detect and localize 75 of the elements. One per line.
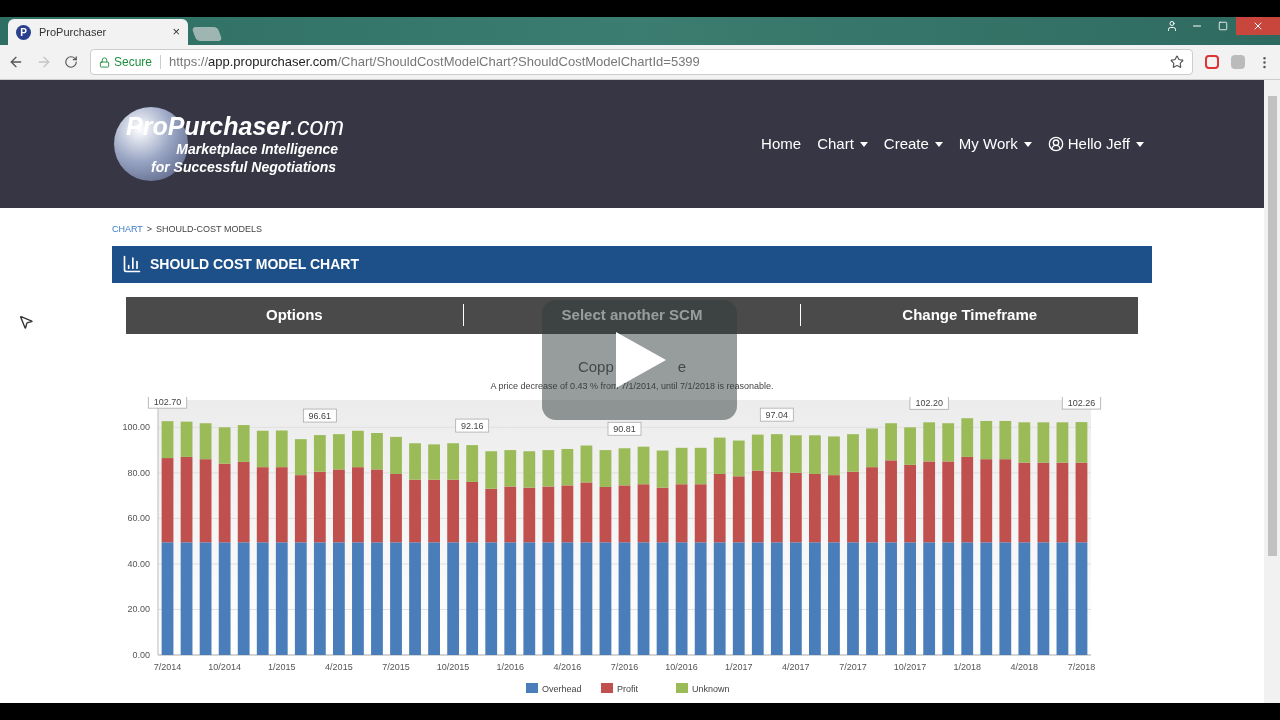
caret-icon [934, 141, 943, 147]
url-text: https://app.propurchaser.com/Chart/ShouldCostModelChart?ShouldCostModelChartId=5399 [169, 53, 700, 72]
x-tick-label: 7/2016 [610, 662, 639, 672]
x-tick-label: 1/2017 [725, 662, 753, 672]
caret-icon [1136, 141, 1144, 147]
lock-icon [99, 56, 110, 68]
reload-icon[interactable] [64, 55, 78, 69]
legend-label: Overhead [542, 684, 582, 694]
legend-swatch [601, 683, 613, 693]
value-label: 102.20 [909, 397, 949, 410]
x-tick-label: 4/2016 [553, 662, 582, 672]
nav-link[interactable]: Home [761, 132, 802, 156]
legend-swatch [676, 683, 688, 693]
bar-chart-icon [122, 254, 142, 274]
cursor-icon [18, 314, 34, 330]
nav-link[interactable]: Chart [817, 132, 868, 156]
y-tick-label: 0.00 [132, 650, 150, 660]
x-tick-label: 7/2015 [382, 662, 410, 672]
x-tick-label: 1/2015 [268, 662, 296, 672]
logo-tagline: for Successful Negotiations [151, 158, 337, 176]
caret-icon [1023, 141, 1032, 147]
x-tick-label: 10/2014 [208, 662, 241, 672]
bookmark-star-icon[interactable] [1170, 55, 1184, 69]
maximize-icon[interactable] [1218, 21, 1228, 31]
legend-label: Profit [617, 684, 638, 694]
nav-link[interactable]: Hello Jeff [1047, 132, 1144, 156]
logo-tagline: Marketplace Intelligence [176, 140, 339, 158]
x-tick-label: 4/2017 [782, 662, 810, 672]
legend-label: Unknown [692, 684, 730, 694]
panel-title: SHOULD COST MODEL CHART [150, 254, 359, 274]
extension-icon[interactable] [1205, 55, 1219, 69]
address-field[interactable]: Secure https://app.propurchaser.com/Chart/ShouldCostModelChart?ShouldCostModelChartId=5399 [90, 49, 1193, 75]
x-tick-label: 1/2018 [953, 662, 981, 672]
nav-link[interactable]: Create [883, 132, 943, 156]
caret-icon [859, 141, 868, 147]
toolbar-button[interactable]: Options [126, 303, 463, 327]
toolbar-button[interactable]: Select another SCM [463, 303, 801, 327]
y-tick-label: 80.00 [127, 467, 150, 478]
y-tick-label: 100.00 [122, 422, 150, 433]
breadcrumb-current: SHOULD-COST MODELS [156, 223, 262, 236]
x-tick-label: 7/2017 [839, 662, 867, 672]
browser-tab[interactable]: P ProPurchaser × [8, 19, 188, 45]
chart-title: Copp e [577, 357, 687, 376]
x-tick-label: 1/2016 [496, 662, 524, 672]
x-tick-label: 10/2015 [436, 662, 470, 672]
legend-swatch [526, 683, 538, 693]
tab-close-button[interactable]: × [172, 22, 180, 42]
value-label: 96.61 [302, 408, 337, 423]
value-label: 90.81 [607, 421, 642, 436]
y-tick-label: 40.00 [127, 558, 150, 569]
value-label: 102.26 [1061, 397, 1102, 410]
breadcrumb-separator: > [146, 223, 153, 236]
value-label: 102.70 [147, 397, 188, 409]
x-tick-label: 4/2018 [1010, 662, 1039, 672]
back-icon[interactable] [8, 54, 24, 70]
user-icon [1047, 136, 1064, 152]
value-label: 97.04 [759, 407, 794, 422]
scrollbar[interactable] [1264, 80, 1280, 703]
nav-link[interactable]: My Work [958, 132, 1032, 156]
x-tick-label: 10/2016 [665, 662, 698, 672]
profile-icon[interactable] [1166, 20, 1178, 32]
new-tab-button[interactable] [191, 27, 223, 41]
x-tick-label: 10/2017 [893, 662, 927, 672]
x-tick-label: 7/2018 [1067, 662, 1096, 672]
y-tick-label: 20.00 [127, 604, 150, 615]
close-icon [1252, 20, 1264, 32]
tab-title: ProPurchaser [39, 24, 108, 40]
y-tick-label: 60.00 [127, 513, 150, 524]
value-label: 92.16 [455, 418, 490, 433]
breadcrumb-link[interactable]: CHART [112, 223, 143, 237]
favicon: P [16, 24, 31, 40]
x-tick-label: 7/2014 [153, 662, 182, 672]
x-tick-label: 4/2015 [325, 662, 353, 672]
toolbar-button[interactable]: Change Timeframe [801, 303, 1138, 327]
security-label: Secure [114, 54, 153, 71]
